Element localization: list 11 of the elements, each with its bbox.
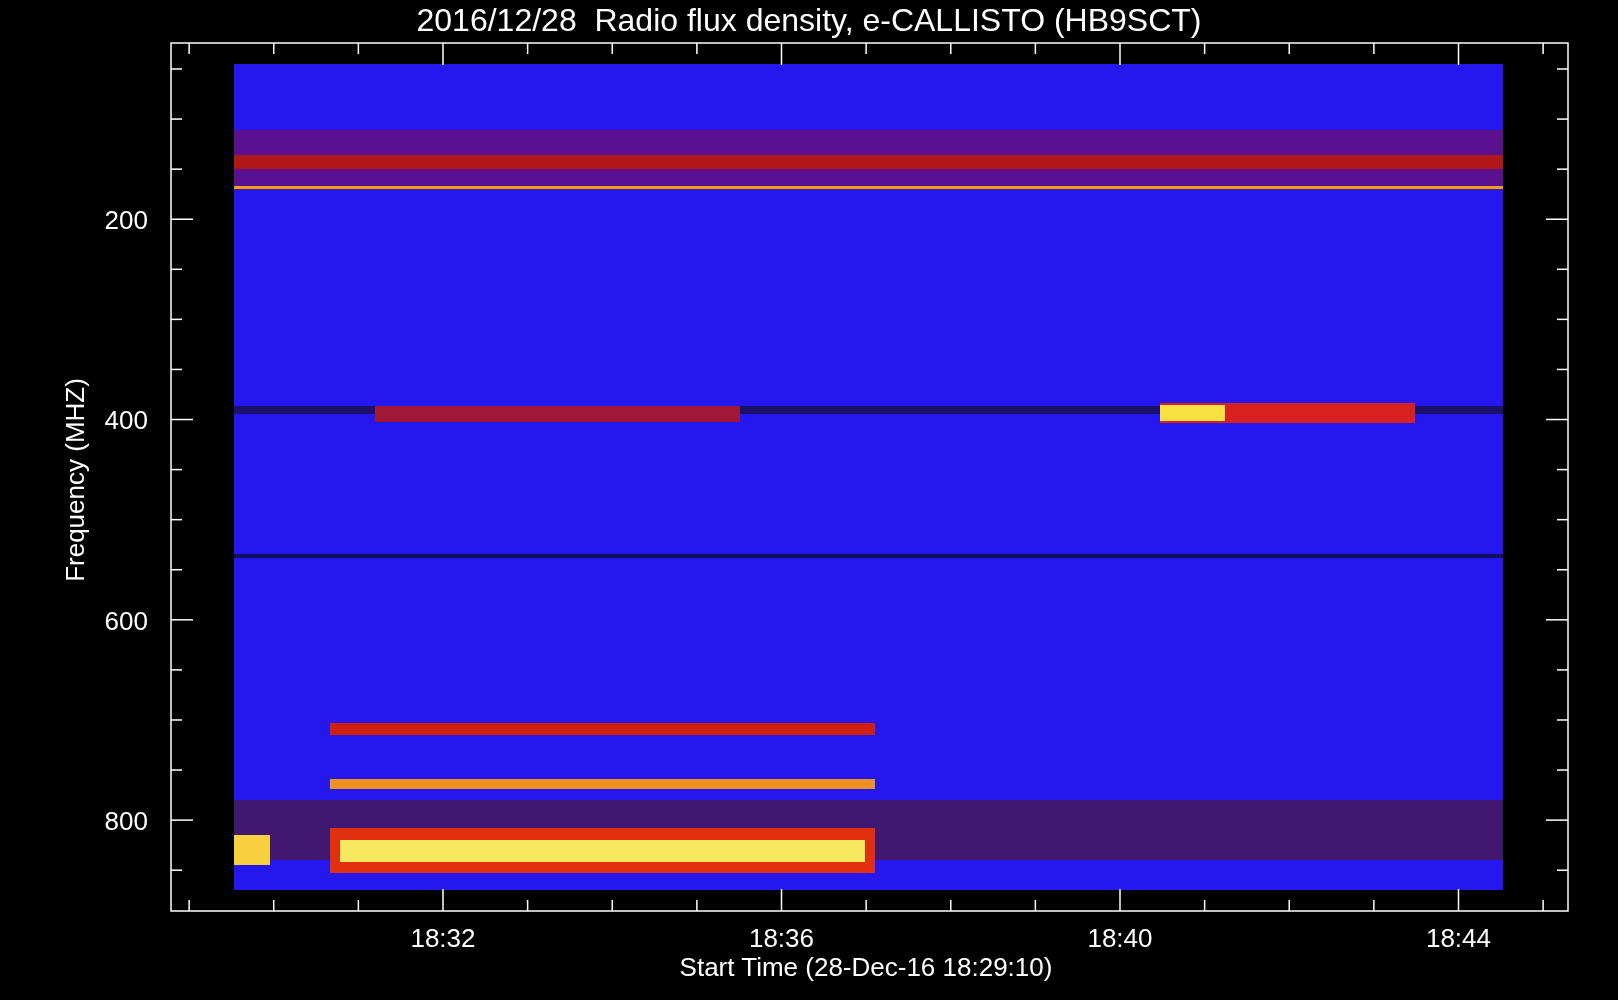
x-tick-label: 18:44 (1425, 923, 1492, 953)
x-tick-label: 18:32 (410, 923, 476, 953)
x-tick-label: 18:40 (1087, 923, 1153, 953)
x-axis-label: Start Time (28-Dec-16 18:29:10) (679, 952, 1053, 982)
y-axis-label: Frequency (MHZ) (60, 378, 90, 582)
chart-title: 2016/12/28 Radio flux density, e-CALLISTO (HB9SCT) (416, 2, 1202, 38)
y-tick-label: 600 (104, 605, 148, 636)
y-tick-label: 800 (104, 805, 148, 836)
y-tick-label: 400 (104, 405, 148, 436)
x-tick-label: 18:36 (748, 923, 815, 953)
y-tick-label: 200 (104, 205, 148, 235)
